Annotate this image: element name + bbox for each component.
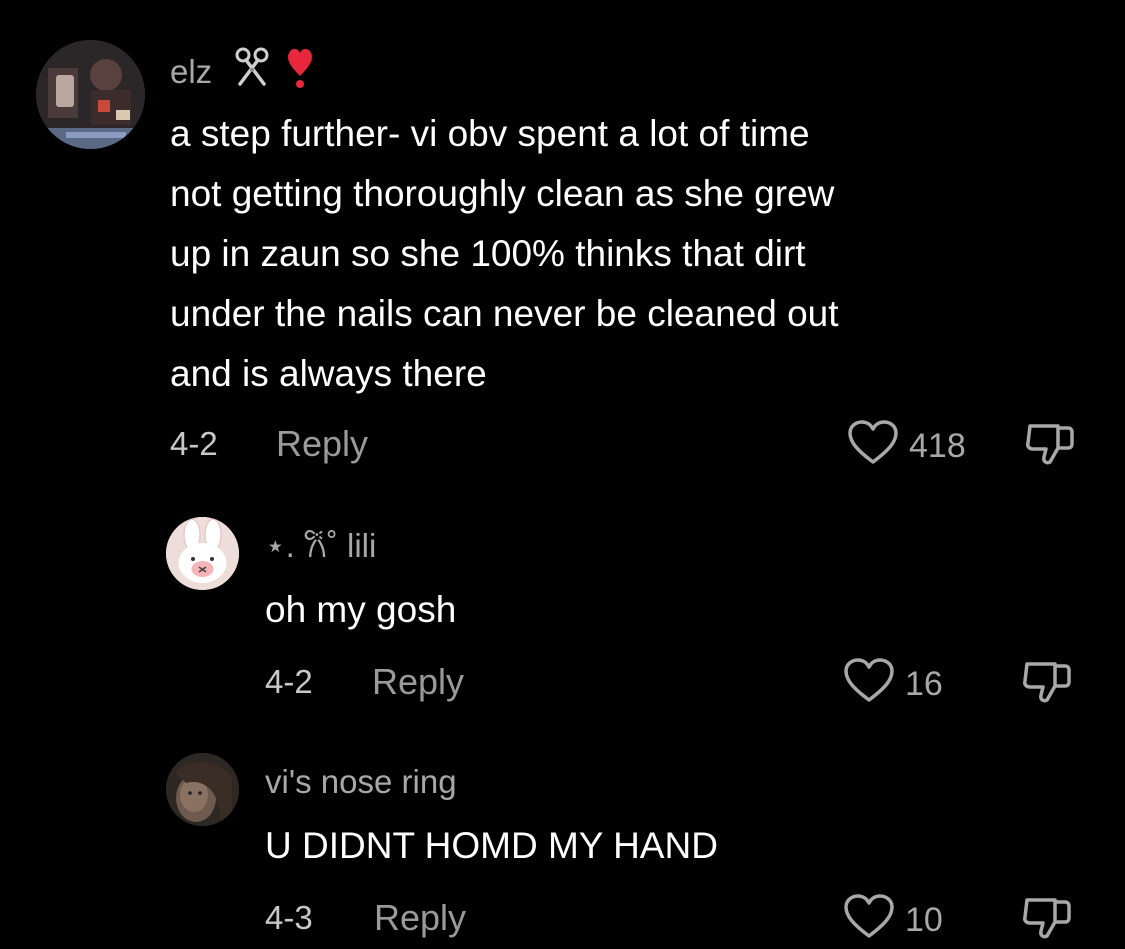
reply-button[interactable]: Reply: [374, 898, 466, 938]
heart-icon: [847, 420, 899, 471]
username-text: elz: [170, 53, 213, 91]
comment-text: U DIDNT HOMD MY HAND: [265, 825, 718, 866]
dislike-button[interactable]: [1021, 656, 1073, 713]
heart-icon: [843, 658, 895, 709]
red-exclamation-icon: [285, 44, 315, 99]
dislike-button[interactable]: [1021, 892, 1073, 949]
avatar[interactable]: [166, 753, 239, 826]
scissors-icon: [231, 46, 273, 97]
dislike-button[interactable]: [1024, 418, 1076, 475]
reply-button[interactable]: Reply: [372, 662, 464, 702]
username[interactable]: elz: [170, 47, 315, 99]
like-count: 16: [905, 664, 943, 703]
like-button[interactable]: 16: [843, 658, 943, 709]
comment-text: a step further- vi obv spent a lot of ti…: [170, 113, 839, 394]
like-button[interactable]: 10: [843, 894, 943, 945]
heart-icon: [843, 894, 895, 945]
comment-date: 4-3: [265, 899, 313, 936]
like-count: 10: [905, 900, 943, 939]
reply-button[interactable]: Reply: [276, 424, 368, 464]
comment-text: oh my gosh: [265, 589, 457, 630]
avatar[interactable]: [36, 40, 145, 149]
avatar[interactable]: [166, 517, 239, 590]
like-button[interactable]: 418: [847, 420, 966, 471]
comment-date: 4-2: [170, 425, 218, 462]
username[interactable]: vi's nose ring: [265, 762, 457, 802]
thumbs-down-icon: [1024, 424, 1076, 474]
username[interactable]: ⋆. 𐙚˚ lili: [265, 526, 376, 566]
thumbs-down-icon: [1021, 662, 1073, 712]
comment-date: 4-2: [265, 663, 313, 700]
like-count: 418: [909, 426, 966, 465]
thumbs-down-icon: [1021, 898, 1073, 948]
